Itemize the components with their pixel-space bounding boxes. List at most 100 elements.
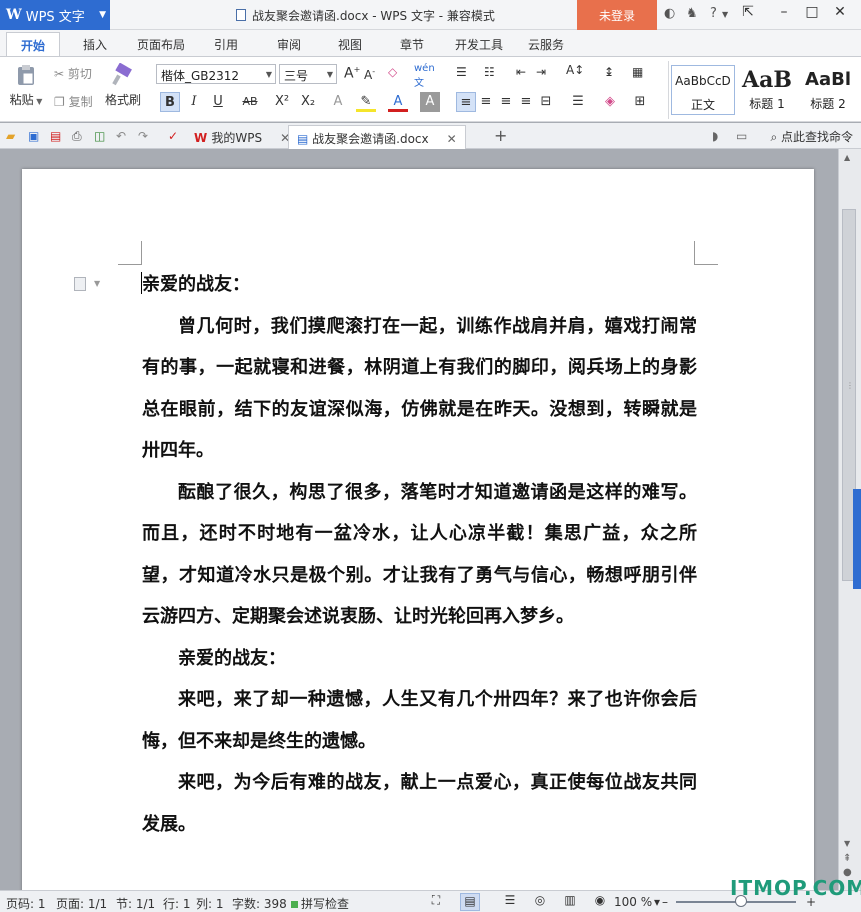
tab-developer-tools[interactable]: 开发工具 — [455, 36, 503, 53]
style-heading-2[interactable]: AaBl 标题 2 — [799, 65, 857, 115]
font-name-select[interactable]: 楷体_GB2312 ▼ — [156, 64, 276, 84]
table-icon[interactable]: ▦ — [632, 65, 643, 79]
increase-indent-icon[interactable]: ⇥ — [536, 65, 546, 79]
restore-layout-icon[interactable]: ⇱ — [736, 4, 760, 24]
login-button[interactable]: 未登录 — [577, 0, 657, 30]
export-pdf-icon[interactable]: ▤ — [50, 129, 64, 143]
status-page-number[interactable]: 页码: 1 — [6, 895, 46, 912]
print-icon[interactable]: ⎙ — [72, 129, 86, 143]
close-button[interactable]: ✕ — [828, 4, 852, 24]
status-page-count[interactable]: 页面: 1/1 — [56, 895, 107, 912]
help-chevron-icon[interactable]: ▼ — [722, 10, 728, 19]
spell-check-toggle[interactable]: 拼写检查 — [291, 895, 349, 912]
shading-fill-icon[interactable]: ◈ — [600, 92, 620, 112]
char-shading-icon[interactable]: A — [420, 92, 440, 112]
grip-icon: ⋮ — [846, 381, 854, 390]
font-size-select[interactable]: 三号 ▼ — [279, 64, 337, 84]
zoom-level[interactable]: 100 % — [614, 895, 652, 909]
outline-view-icon[interactable]: ☰ — [500, 893, 520, 911]
reading-view-icon[interactable]: ▥ — [560, 893, 580, 911]
highlight-icon[interactable]: ✎ — [356, 92, 376, 112]
scissors-icon: ✂ — [54, 67, 68, 81]
minimize-button[interactable]: – — [772, 4, 796, 24]
redo-icon[interactable]: ↷ — [138, 129, 152, 143]
skin-mode-icon[interactable]: ◗ — [712, 129, 726, 143]
cut-button[interactable]: ✂ 剪切 — [54, 65, 92, 82]
grow-font-icon[interactable]: A+ — [344, 65, 360, 82]
tab-chapter[interactable]: 章节 — [400, 36, 424, 53]
help-icon[interactable]: ? — [710, 6, 717, 21]
command-search[interactable]: ⌕ 点此查找命令 — [770, 128, 853, 145]
tab-home[interactable]: 开始 — [6, 32, 61, 56]
undo-icon[interactable]: ↶ — [116, 129, 130, 143]
tab-references[interactable]: 引用 — [214, 36, 238, 53]
document-page[interactable]: ▼ 亲爱的战友： 曾几何时，我们摸爬滚打在一起，训练作战肩并肩，嬉戏打闹常有的事… — [22, 169, 814, 890]
protect-eye-icon[interactable]: ◉ — [590, 893, 610, 911]
tab-active-document[interactable]: ▤ 战友聚会邀请函.docx ✕ — [288, 125, 466, 149]
zoom-menu-icon[interactable]: ▾ — [654, 895, 660, 909]
vertical-scrollbar[interactable]: ▲ ⋮ ▼ ⇞ ● — [838, 149, 861, 890]
strikethrough-button[interactable]: AB — [240, 92, 260, 112]
decrease-indent-icon[interactable]: ⇤ — [516, 65, 526, 79]
tab-view[interactable]: 视图 — [338, 36, 362, 53]
distributed-button[interactable]: ⊟ — [536, 92, 556, 112]
paste-button[interactable]: 粘贴 ▼ — [8, 63, 44, 108]
line-spacing-icon[interactable]: ↨ — [604, 65, 614, 79]
customize-quick-access-icon[interactable]: ✓ — [168, 129, 182, 143]
new-tab-icon[interactable]: + — [494, 126, 508, 145]
shrink-font-icon[interactable]: A- — [364, 67, 375, 82]
scroll-up-icon[interactable]: ▲ — [844, 153, 850, 162]
maximize-button[interactable]: □ — [800, 4, 824, 24]
format-painter-button[interactable]: 格式刷 — [102, 63, 144, 108]
superscript-button[interactable]: X² — [272, 92, 292, 112]
align-center-button[interactable]: ≡ — [476, 92, 496, 112]
pinyin-guide-icon[interactable]: wén 文 — [414, 63, 435, 89]
paragraph-layout-icon[interactable] — [74, 277, 86, 291]
full-screen-view-icon[interactable]: ⛶ — [426, 893, 446, 911]
tab-review[interactable]: 审阅 — [277, 36, 301, 53]
align-left-button[interactable]: ≡ — [456, 92, 476, 112]
text-effect-icon[interactable]: A — [328, 92, 348, 112]
zoom-out-icon[interactable]: – — [662, 895, 668, 909]
status-section[interactable]: 节: 1/1 — [116, 895, 155, 912]
justify-button[interactable]: ≡ — [516, 92, 536, 112]
copy-button[interactable]: ❐ 复制 — [54, 93, 93, 110]
tab-cloud-services[interactable]: 云服务 — [528, 36, 564, 53]
underline-button[interactable]: U — [208, 92, 228, 112]
wps-app-menu-button[interactable]: W WPS 文字 ▼ — [0, 0, 110, 30]
tab-page-layout[interactable]: 页面布局 — [137, 36, 185, 53]
tab-insert[interactable]: 插入 — [83, 36, 107, 53]
chevron-down-icon[interactable]: ▼ — [94, 279, 100, 288]
scroll-down-icon[interactable]: ▼ — [844, 839, 850, 848]
paragraph-spacing-icon[interactable]: ☰ — [568, 92, 588, 112]
close-tab-icon[interactable]: ✕ — [447, 132, 457, 146]
side-panel-toggle[interactable] — [853, 489, 861, 589]
skin-icon[interactable]: ◐ — [664, 6, 675, 21]
panel-icon[interactable]: ▭ — [736, 129, 750, 143]
style-normal[interactable]: AaBbCcD 正文 — [671, 65, 735, 115]
numbered-list-icon[interactable]: ☷ — [484, 65, 495, 79]
subscript-button[interactable]: X₂ — [298, 92, 318, 112]
shirt-icon[interactable]: ♞ — [686, 6, 698, 21]
web-view-icon[interactable]: ◎ — [530, 893, 550, 911]
save-icon[interactable]: ▣ — [28, 129, 42, 143]
margin-corner-marker — [694, 241, 718, 265]
page-view-icon[interactable]: ▤ — [460, 893, 480, 911]
status-word-count[interactable]: 字数: 398 — [232, 895, 287, 912]
bold-button[interactable]: B — [160, 92, 180, 112]
print-preview-icon[interactable]: ◫ — [94, 129, 108, 143]
font-color-icon[interactable]: A — [388, 92, 408, 112]
align-right-button[interactable]: ≡ — [496, 92, 516, 112]
document-body[interactable]: 亲爱的战友： 曾几何时，我们摸爬滚打在一起，训练作战肩并肩，嬉戏打闹常有的事，一… — [142, 264, 697, 845]
bullet-list-icon[interactable]: ☰ — [456, 65, 467, 79]
clear-format-icon[interactable]: ◇ — [388, 65, 397, 79]
borders-icon[interactable]: ⊞ — [630, 92, 650, 112]
open-folder-icon[interactable]: ▰ — [6, 129, 20, 143]
tab-my-wps[interactable]: W 我的WPS ✕ — [186, 125, 298, 149]
paragraph: 来吧，来了却一种遗憾，人生又有几个卅四年？来了也许你会后悔，但不来却是终生的遗憾… — [142, 689, 697, 752]
italic-button[interactable]: I — [184, 92, 204, 112]
style-heading-1[interactable]: AaB 标题 1 — [737, 65, 797, 115]
sort-icon[interactable]: A↕ — [566, 63, 584, 77]
document-tab-bar: ▰ ▣ ▤ ⎙ ◫ ↶ ↷ ✓ W 我的WPS ✕ ▤ 战友聚会邀请函.docx ✕… — [0, 123, 861, 149]
previous-page-icon[interactable]: ⇞ — [843, 853, 851, 864]
